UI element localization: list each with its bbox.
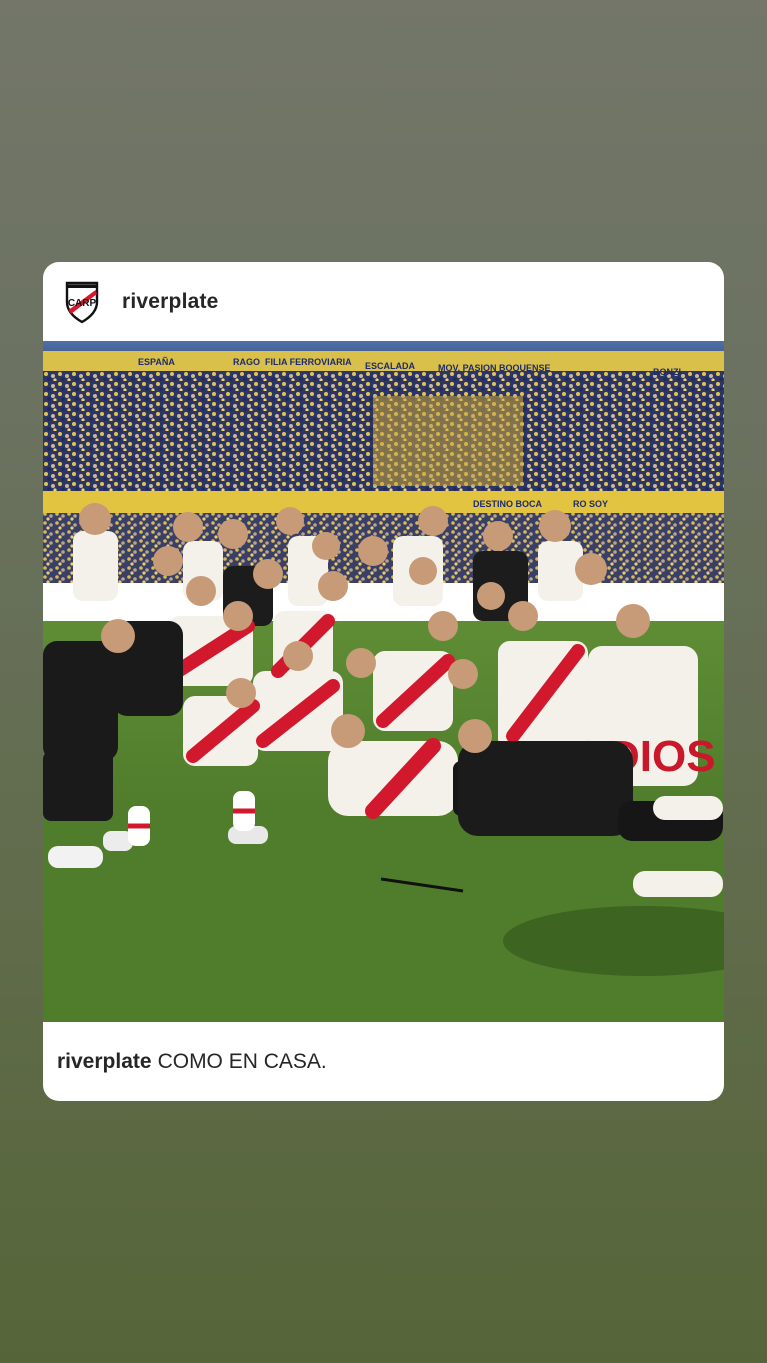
banner-text: RAGO bbox=[233, 357, 260, 367]
caption-text: COMO EN CASA. bbox=[157, 1049, 327, 1073]
banner-text: RO SOY bbox=[573, 499, 608, 509]
post-header[interactable]: CARP riverplate bbox=[43, 262, 724, 341]
shared-post-card[interactable]: CARP riverplate ESPAÑA RAGO FILIA FERROV… bbox=[43, 262, 724, 1101]
caption-username[interactable]: riverplate bbox=[57, 1050, 152, 1074]
post-username[interactable]: riverplate bbox=[122, 290, 219, 314]
banner-text: ESPAÑA bbox=[138, 357, 175, 367]
post-photo[interactable]: ESPAÑA RAGO FILIA FERROVIARIA ESCALADA M… bbox=[43, 341, 724, 1022]
banner-text: ESCALADA bbox=[365, 361, 416, 371]
post-caption: riverplate COMO EN CASA. bbox=[57, 1022, 327, 1101]
banner-text: MOV. PASION BOQUENSE bbox=[438, 363, 551, 373]
river-plate-crest-icon[interactable]: CARP bbox=[63, 279, 101, 325]
banner-text: BONZI bbox=[653, 367, 681, 377]
banner-text: DESTINO BOCA bbox=[473, 499, 543, 509]
banner-text: FILIA FERROVIARIA bbox=[265, 357, 352, 367]
svg-text:CARP: CARP bbox=[68, 298, 97, 309]
